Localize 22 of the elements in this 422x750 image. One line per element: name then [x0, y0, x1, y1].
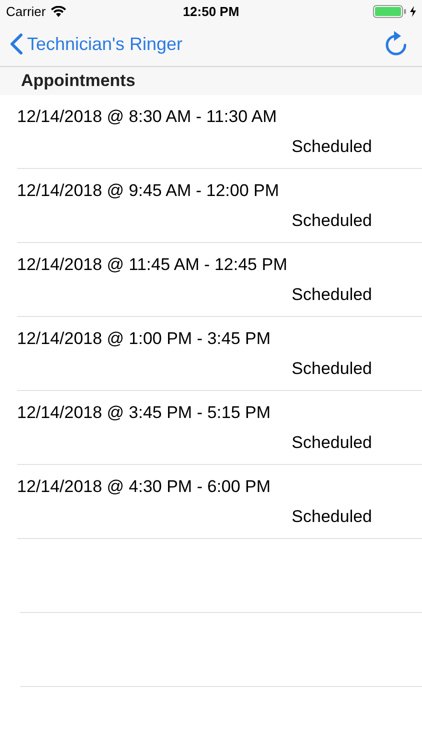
appointment-time: 12/14/2018 @ 3:45 PM - 5:15 PM	[17, 402, 271, 422]
appointment-status: Scheduled	[292, 136, 372, 156]
back-button[interactable]: Technician's Ringer	[10, 33, 183, 55]
appointment-time: 12/14/2018 @ 1:00 PM - 3:45 PM	[17, 328, 271, 348]
appointment-status: Scheduled	[292, 432, 372, 452]
appointment-time: 12/14/2018 @ 9:45 AM - 12:00 PM	[17, 180, 280, 200]
chevron-left-icon	[10, 33, 23, 55]
carrier-label: Carrier	[6, 4, 46, 18]
appointment-time: 12/14/2018 @ 8:30 AM - 11:30 AM	[17, 106, 277, 126]
status-time: 12:50 PM	[182, 4, 240, 18]
refresh-icon	[384, 31, 408, 57]
appointment-status: Scheduled	[292, 284, 372, 304]
section-header: Appointments	[0, 67, 422, 95]
appointment-time: 12/14/2018 @ 11:45 AM - 12:45 PM	[17, 254, 288, 274]
appointment-status: Scheduled	[292, 210, 372, 230]
appointment-status: Scheduled	[292, 506, 372, 526]
wifi-icon	[50, 6, 66, 16]
charging-icon	[410, 6, 416, 16]
battery-icon	[373, 4, 407, 18]
refresh-button[interactable]	[384, 31, 408, 57]
appointment-time: 12/14/2018 @ 4:30 PM - 6:00 PM	[17, 476, 271, 496]
appointment-status: Scheduled	[292, 358, 372, 378]
